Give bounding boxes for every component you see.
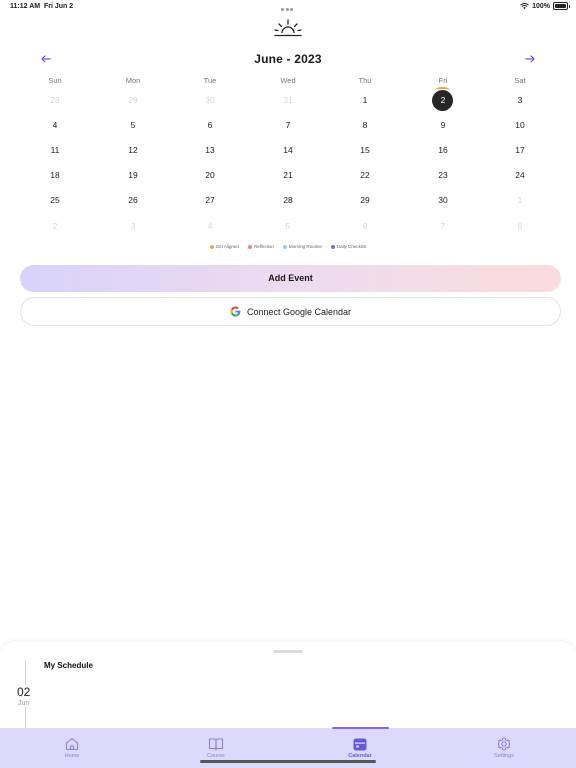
status-date: Fri Jun 2 xyxy=(44,3,74,10)
calendar-day[interactable]: 21 xyxy=(273,165,303,185)
legend-dot xyxy=(247,244,252,249)
calendar-day[interactable]: 12 xyxy=(118,140,148,160)
calendar-day[interactable]: 28 xyxy=(273,190,303,210)
legend-label: Reflection xyxy=(253,244,274,249)
legend-dot xyxy=(282,244,287,249)
calendar-day[interactable]: 19 xyxy=(118,165,148,185)
legend-item: Morning Routine xyxy=(282,244,322,249)
tab-settings-label: Settings xyxy=(494,753,514,759)
next-month-arrow-icon[interactable] xyxy=(524,53,536,65)
book-icon xyxy=(208,738,224,751)
calendar-day[interactable]: 6 xyxy=(195,115,225,135)
calendar-day[interactable]: 29 xyxy=(118,90,148,110)
legend-dot xyxy=(209,244,214,249)
weekday-header: Fri xyxy=(438,76,448,85)
calendar-day[interactable]: 4 xyxy=(195,216,225,236)
active-tab-indicator xyxy=(332,727,389,729)
tab-calendar-label: Calendar xyxy=(348,753,372,759)
calendar-day[interactable]: 25 xyxy=(40,190,70,210)
battery-icon xyxy=(553,2,570,10)
calendar-day[interactable]: 29 xyxy=(350,190,380,210)
calendar-day[interactable]: 13 xyxy=(195,140,225,160)
schedule-sheet[interactable] xyxy=(0,642,576,732)
calendar-day[interactable]: 24 xyxy=(505,165,535,185)
calendar-day[interactable]: 3 xyxy=(505,90,535,110)
tab-home-label: Home xyxy=(64,753,80,759)
calendar-day[interactable]: 1 xyxy=(350,90,380,110)
calendar-icon xyxy=(353,738,367,751)
legend-dot xyxy=(330,244,335,249)
weekday-header: Wed xyxy=(280,76,296,85)
status-time: 11:12 AM xyxy=(10,3,41,10)
calendar-day[interactable]: 7 xyxy=(273,115,303,135)
calendar-day[interactable]: 2 xyxy=(40,216,70,236)
schedule-date-day: 02 xyxy=(16,685,32,699)
calendar-day[interactable]: 9 xyxy=(428,115,458,135)
status-indicators: 100% xyxy=(520,2,570,10)
legend-item: Get Aligned xyxy=(209,244,239,249)
legend-item: Daily Checklist xyxy=(330,244,367,249)
sunrise-logo-icon xyxy=(274,19,302,37)
home-icon xyxy=(65,737,79,751)
calendar-day[interactable]: 4 xyxy=(40,115,70,135)
legend-label: Get Aligned xyxy=(215,244,239,249)
calendar-day-selected[interactable]: 2 xyxy=(428,90,458,110)
google-icon xyxy=(230,306,241,317)
weekday-header: Sat xyxy=(514,76,526,85)
calendar-day[interactable]: 30 xyxy=(195,90,225,110)
tab-settings[interactable]: Settings xyxy=(432,728,576,768)
legend-label: Morning Routine xyxy=(288,244,322,249)
calendar-day[interactable]: 26 xyxy=(118,190,148,210)
calendar-day[interactable]: 14 xyxy=(273,140,303,160)
calendar-day[interactable]: 27 xyxy=(195,190,225,210)
weekday-header: Tue xyxy=(203,76,217,85)
weekday-header: Sun xyxy=(48,76,62,85)
calendar-day[interactable]: 15 xyxy=(350,140,380,160)
multitasking-dots-icon[interactable] xyxy=(281,6,295,11)
calendar-day[interactable]: 30 xyxy=(428,190,458,210)
schedule-title: My Schedule xyxy=(44,661,93,670)
schedule-date-month: Jun xyxy=(18,700,30,707)
calendar-day[interactable]: 5 xyxy=(273,216,303,236)
legend-item: Reflection xyxy=(247,244,274,249)
sheet-drag-handle[interactable] xyxy=(273,650,303,653)
calendar-day[interactable]: 8 xyxy=(350,115,380,135)
home-indicator[interactable] xyxy=(200,760,376,763)
calendar-day[interactable]: 8 xyxy=(505,216,535,236)
wifi-icon xyxy=(520,3,529,10)
legend-label: Daily Checklist xyxy=(336,244,367,249)
calendar-day[interactable]: 5 xyxy=(118,115,148,135)
calendar-day[interactable]: 11 xyxy=(40,140,70,160)
calendar-day[interactable]: 31 xyxy=(273,90,303,110)
status-bar: 11:12 AM Fri Jun 2 100% xyxy=(0,0,576,14)
calendar-day[interactable]: 6 xyxy=(350,216,380,236)
calendar-day[interactable]: 1 xyxy=(505,190,535,210)
calendar-day[interactable]: 17 xyxy=(505,140,535,160)
add-event-button[interactable]: Add Event xyxy=(20,265,561,292)
weekday-header: Thu xyxy=(358,76,372,85)
calendar-day[interactable]: 18 xyxy=(40,165,70,185)
calendar-day[interactable]: 16 xyxy=(428,140,458,160)
month-title: June - 2023 xyxy=(254,52,322,66)
event-legend: Get Aligned Reflection Morning Routine Dail… xyxy=(0,244,576,249)
calendar-day[interactable]: 10 xyxy=(505,115,535,135)
tab-course-label: Course xyxy=(207,753,225,759)
calendar-day[interactable]: 20 xyxy=(195,165,225,185)
battery-percentage: 100% xyxy=(532,2,550,10)
calendar-day[interactable]: 23 xyxy=(428,165,458,185)
calendar-day[interactable]: 22 xyxy=(350,165,380,185)
calendar-day[interactable]: 7 xyxy=(428,216,458,236)
connect-google-label: Connect Google Calendar xyxy=(246,306,352,317)
connect-google-calendar-button[interactable]: Connect Google Calendar xyxy=(20,297,561,326)
gear-icon xyxy=(497,737,511,751)
tab-home[interactable]: Home xyxy=(0,728,144,768)
calendar-day[interactable]: 28 xyxy=(40,90,70,110)
weekday-header: Mon xyxy=(125,76,141,85)
calendar-day[interactable]: 3 xyxy=(118,216,148,236)
